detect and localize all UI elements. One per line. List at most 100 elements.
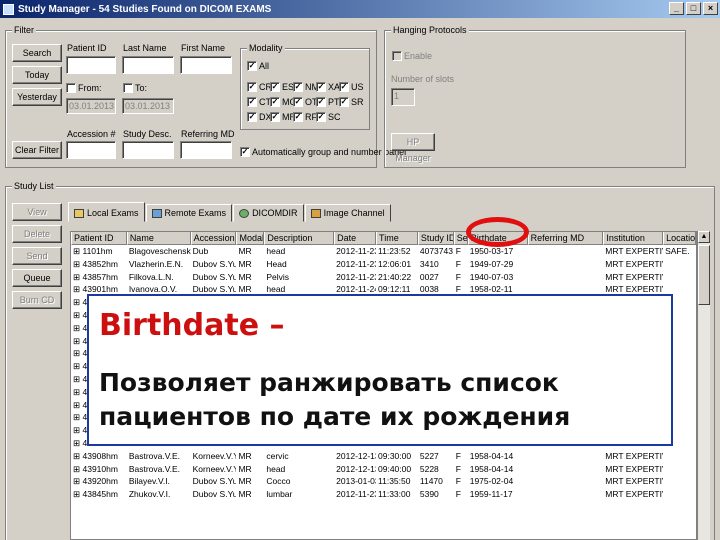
- table-cell: 2012-11-23: [336, 271, 377, 282]
- view-button[interactable]: View: [12, 203, 62, 221]
- modality-ot-box[interactable]: ✓: [293, 97, 303, 107]
- modality-rf-box[interactable]: ✓: [293, 112, 303, 122]
- tab-local-exams[interactable]: Local Exams: [68, 202, 145, 222]
- modality-sc[interactable]: ✓ SC: [316, 112, 341, 122]
- table-row[interactable]: ⊞ 43852hm Vlazherin.E.N. Dubov S.Yu MR Head 2…: [71, 258, 696, 271]
- modality-xa[interactable]: ✓ XA: [316, 82, 340, 92]
- column-header[interactable]: Modality: [236, 232, 265, 245]
- enable-hp-checkbox[interactable]: Enable: [392, 51, 432, 61]
- table-row[interactable]: ⊞ 43920hm Bilayev.V.I. Dubov S.Yu MR Cocco 20…: [71, 475, 696, 488]
- column-header[interactable]: Time: [376, 232, 418, 245]
- modality-dx[interactable]: ✓ DX: [247, 112, 272, 122]
- tab-image-channel[interactable]: Image Channel: [304, 204, 391, 222]
- column-header[interactable]: Location: [663, 232, 696, 245]
- modality-ct[interactable]: ✓ CT: [247, 97, 271, 107]
- table-cell: head: [266, 246, 286, 256]
- table-row[interactable]: ⊞ 43908hm Bastrova.V.E. Korneev.V.YuMR cerv…: [71, 450, 696, 463]
- table-row[interactable]: ⊞ 43910hm Bastrova.V.E. Korneev.V.YuMR head…: [71, 463, 696, 476]
- accession-input[interactable]: [66, 141, 116, 159]
- from-date-picker[interactable]: 03.01.2013: [66, 98, 116, 114]
- queue-button[interactable]: Queue: [12, 269, 62, 287]
- modality-all-box[interactable]: ✓: [247, 61, 257, 71]
- image-channel-icon: [310, 208, 321, 218]
- modality-pt[interactable]: ✓ PT: [316, 97, 340, 107]
- tab-remote-exams[interactable]: Remote Exams: [145, 204, 233, 222]
- modality-us-box[interactable]: ✓: [339, 82, 349, 92]
- column-header[interactable]: Name: [126, 232, 191, 245]
- modality-sr[interactable]: ✓ SR: [339, 97, 364, 107]
- burn-cd-button[interactable]: Burn CD: [12, 291, 62, 309]
- modality-es[interactable]: ✓ ES: [270, 82, 294, 92]
- modality-cr-box[interactable]: ✓: [247, 82, 257, 92]
- enable-hp-box[interactable]: [392, 51, 402, 61]
- table-cell: Bastrova.V.E.: [128, 450, 180, 461]
- last-name-input[interactable]: [122, 56, 174, 74]
- modality-dx-box[interactable]: ✓: [247, 112, 257, 122]
- modality-sc-box[interactable]: ✓: [316, 112, 326, 122]
- auto-group-checkbox[interactable]: ✓ Automatically group and number panel: [240, 147, 406, 157]
- table-cell: 1958-04-14: [469, 463, 514, 474]
- to-date-picker[interactable]: 03.01.2013: [122, 98, 174, 114]
- modality-pt-box[interactable]: ✓: [316, 97, 326, 107]
- close-button[interactable]: ×: [703, 2, 718, 15]
- from-checkbox-box[interactable]: [66, 83, 76, 93]
- tab-remote-exams-label: Remote Exams: [164, 208, 227, 218]
- tab-dicomdir-label: DICOMDIR: [252, 208, 298, 218]
- table-cell: 5390: [419, 489, 439, 500]
- study-desc-input[interactable]: [122, 141, 174, 159]
- column-header[interactable]: Institution: [603, 232, 664, 245]
- modality-mr-box[interactable]: ✓: [270, 112, 280, 122]
- send-button[interactable]: Send: [12, 247, 62, 265]
- table-cell: 2012-11-23: [336, 489, 377, 500]
- modality-rf[interactable]: ✓ RF: [293, 112, 317, 122]
- delete-button[interactable]: Delete: [12, 225, 62, 243]
- table-cell: MRT EXPERTIV: [605, 489, 664, 500]
- modality-xa-box[interactable]: ✓: [316, 82, 326, 92]
- search-button[interactable]: Search: [12, 44, 62, 62]
- modality-ct-box[interactable]: ✓: [247, 97, 257, 107]
- modality-ot[interactable]: ✓ OT: [293, 97, 318, 107]
- table-row[interactable]: ⊞ 1101hm Blagoveschenskiy.Dub MR head 2012-1…: [71, 245, 696, 258]
- clear-filter-button[interactable]: Clear Filter: [12, 141, 62, 159]
- to-checkbox[interactable]: To:: [123, 83, 147, 93]
- minimize-button[interactable]: _: [669, 2, 684, 15]
- auto-group-box[interactable]: ✓: [240, 147, 250, 157]
- scroll-thumb[interactable]: [698, 245, 710, 305]
- table-vertical-scrollbar[interactable]: ▲: [697, 231, 710, 540]
- from-checkbox[interactable]: From:: [66, 83, 102, 93]
- column-header[interactable]: Study ID: [417, 232, 454, 245]
- tab-dicomdir[interactable]: DICOMDIR: [233, 204, 304, 222]
- column-header[interactable]: Referring MD: [527, 232, 604, 245]
- yesterday-button[interactable]: Yesterday: [12, 88, 62, 106]
- filter-legend: Filter: [12, 25, 36, 35]
- today-button[interactable]: Today: [12, 66, 62, 84]
- window-title-bar[interactable]: Study Manager - 54 Studies Found on DICO…: [0, 0, 720, 18]
- table-cell: Dubov S.Yu: [192, 476, 237, 487]
- table-cell: F: [455, 489, 461, 500]
- table-row[interactable]: ⊞ 43857hm Filkova.L.N. Dubov S.Yu MR Pelvis 2…: [71, 271, 696, 284]
- folder-icon: [74, 208, 84, 218]
- modality-us[interactable]: ✓ US: [339, 82, 364, 92]
- patient-id-input[interactable]: [66, 56, 116, 74]
- to-checkbox-box[interactable]: [123, 83, 133, 93]
- column-header[interactable]: Patient ID: [71, 232, 127, 245]
- modality-all-checkbox[interactable]: ✓ All: [247, 61, 269, 71]
- column-header[interactable]: Date: [334, 232, 377, 245]
- modality-sr-box[interactable]: ✓: [339, 97, 349, 107]
- modality-cr[interactable]: ✓ CR: [247, 82, 272, 92]
- number-of-slots-spinner[interactable]: 1: [391, 88, 415, 106]
- table-cell: MR: [238, 271, 252, 282]
- annotation-callout: Birthdate – Позволяет ранжировать список…: [87, 294, 673, 446]
- modality-es-box[interactable]: ✓: [270, 82, 280, 92]
- maximize-button[interactable]: □: [686, 2, 701, 15]
- modality-nm-box[interactable]: ✓: [293, 82, 303, 92]
- referring-md-input[interactable]: [180, 141, 232, 159]
- table-cell: [528, 463, 604, 476]
- column-header[interactable]: Description: [264, 232, 335, 245]
- hp-manager-button[interactable]: HP Manager: [391, 133, 435, 163]
- column-header[interactable]: Accession: [190, 232, 237, 245]
- scroll-up-icon[interactable]: ▲: [698, 231, 710, 243]
- table-row[interactable]: ⊞ 43845hm Zhukov.V.I. Dubov S.Yu MR lumbar 20…: [71, 488, 696, 501]
- modality-mg-box[interactable]: ✓: [270, 97, 280, 107]
- first-name-input[interactable]: [180, 56, 232, 74]
